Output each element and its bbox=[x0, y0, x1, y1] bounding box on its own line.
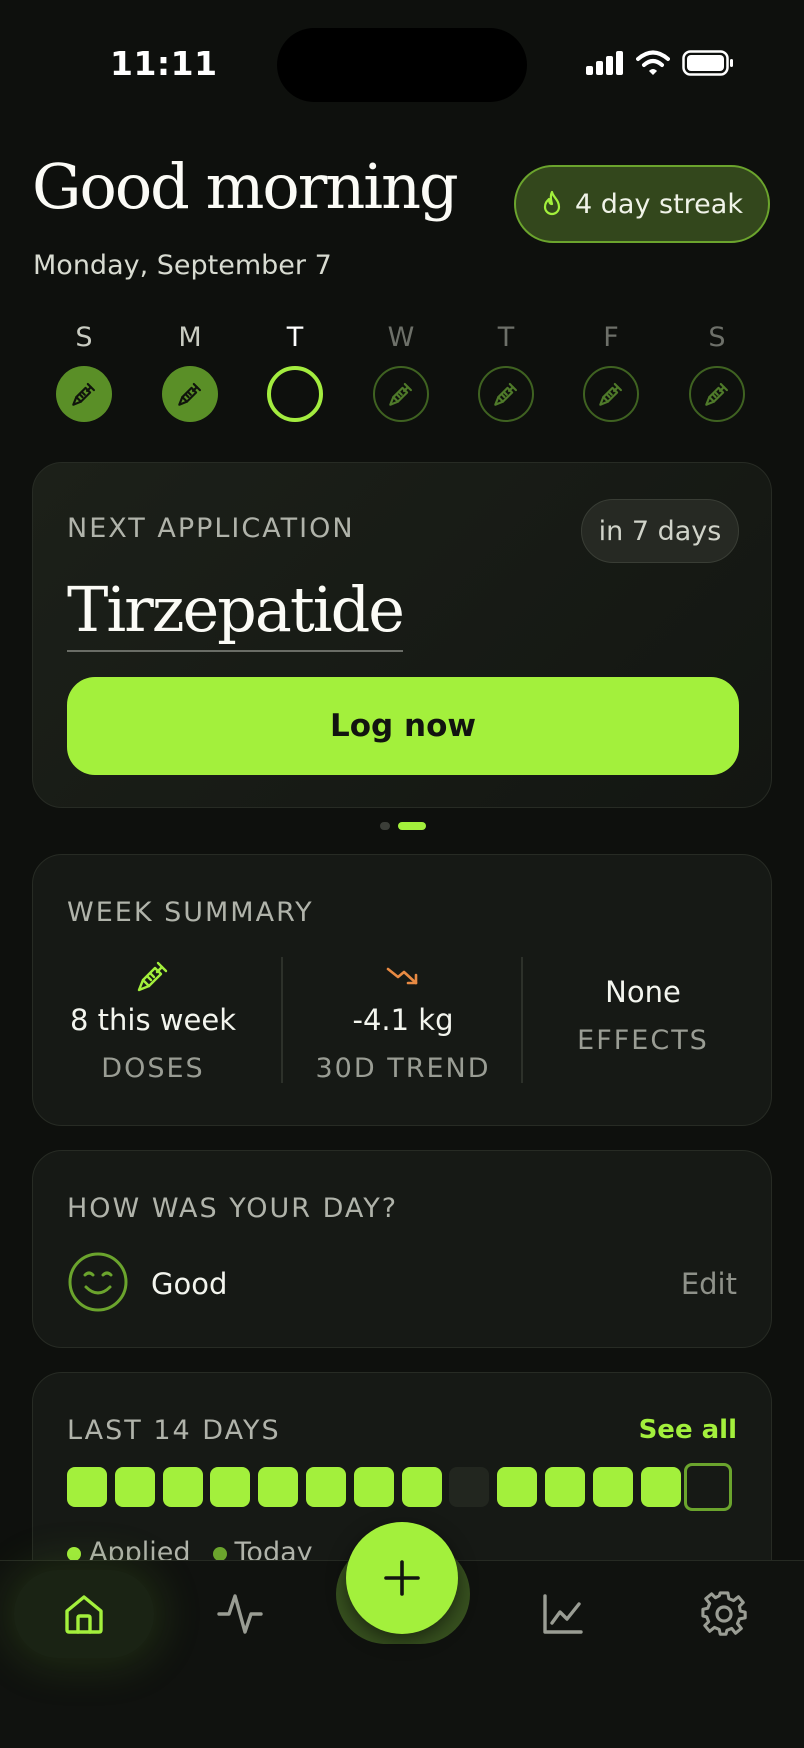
day-square-today[interactable] bbox=[684, 1463, 733, 1511]
week-day-status[interactable] bbox=[689, 366, 745, 422]
day-square-missed[interactable] bbox=[449, 1467, 490, 1507]
add-button[interactable] bbox=[346, 1522, 458, 1634]
mood-label: HOW WAS YOUR DAY? bbox=[67, 1193, 399, 1224]
tab-activity[interactable] bbox=[170, 1570, 310, 1658]
week-day-status[interactable] bbox=[478, 366, 534, 422]
week-day-6[interactable]: S bbox=[677, 322, 757, 422]
day-square-applied[interactable] bbox=[497, 1467, 538, 1507]
week-day-0[interactable]: S bbox=[44, 322, 124, 422]
current-date: Monday, September 7 bbox=[33, 250, 332, 281]
day-square-applied[interactable] bbox=[210, 1467, 251, 1507]
day-squares bbox=[67, 1463, 743, 1515]
tab-progress[interactable] bbox=[493, 1570, 633, 1658]
status-bar: 11:11 bbox=[0, 0, 804, 130]
week-day-letter: T bbox=[497, 322, 515, 353]
stat-doses-caption: DOSES bbox=[101, 1053, 205, 1084]
dynamic-island bbox=[277, 28, 527, 102]
day-square-applied[interactable] bbox=[592, 1467, 633, 1507]
syringe-icon bbox=[178, 382, 202, 406]
mood-card[interactable]: HOW WAS YOUR DAY? Good Edit bbox=[32, 1150, 772, 1348]
stat-effects-value: None bbox=[605, 975, 681, 1009]
week-day-2[interactable]: T bbox=[255, 322, 335, 422]
week-day-letter: S bbox=[75, 322, 93, 353]
stat-doses: 8 this week DOSES bbox=[33, 955, 273, 1084]
stat-effects-caption: EFFECTS bbox=[577, 1025, 709, 1056]
week-day-status[interactable] bbox=[162, 366, 218, 422]
activity-icon bbox=[217, 1594, 263, 1634]
week-day-letter: S bbox=[708, 322, 726, 353]
syringe-icon bbox=[72, 382, 96, 406]
syringe-icon bbox=[599, 382, 623, 406]
next-application-when: in 7 days bbox=[581, 499, 739, 563]
log-now-button[interactable]: Log now bbox=[67, 677, 739, 775]
week-day-letter: W bbox=[387, 322, 415, 353]
day-square-applied[interactable] bbox=[258, 1467, 299, 1507]
page-indicator[interactable] bbox=[380, 822, 426, 830]
week-summary-label: WEEK SUMMARY bbox=[67, 897, 314, 928]
page-dot[interactable] bbox=[380, 822, 390, 830]
battery-icon bbox=[682, 50, 733, 76]
status-icons bbox=[586, 50, 734, 76]
day-square-applied[interactable] bbox=[353, 1467, 394, 1507]
syringe-icon bbox=[137, 961, 168, 992]
week-day-4[interactable]: T bbox=[466, 322, 546, 422]
medication-name[interactable]: Tirzepatide bbox=[67, 573, 405, 652]
tab-settings[interactable] bbox=[654, 1570, 794, 1658]
next-application-label: NEXT APPLICATION bbox=[67, 513, 355, 544]
syringe-icon bbox=[494, 382, 518, 406]
mood-value: Good bbox=[151, 1267, 228, 1301]
day-square-applied[interactable] bbox=[545, 1467, 585, 1507]
week-strip: SMTWTFS bbox=[30, 322, 774, 442]
flame-icon bbox=[543, 190, 561, 216]
stat-doses-value: 8 this week bbox=[70, 1003, 236, 1037]
gear-icon bbox=[701, 1591, 747, 1636]
week-day-letter: T bbox=[286, 322, 304, 353]
chart-icon bbox=[543, 1594, 583, 1634]
next-application-card[interactable]: NEXT APPLICATION in 7 days Tirzepatide L… bbox=[32, 462, 772, 808]
week-day-1[interactable]: M bbox=[150, 322, 230, 422]
week-day-5[interactable]: F bbox=[571, 322, 651, 422]
week-day-letter: M bbox=[178, 322, 202, 353]
signal-icon bbox=[586, 51, 623, 75]
smiley-face-icon bbox=[68, 1252, 128, 1312]
mood-edit-button[interactable]: Edit bbox=[681, 1267, 737, 1301]
streak-badge[interactable]: 4 day streak bbox=[514, 165, 770, 243]
day-square-applied[interactable] bbox=[162, 1467, 203, 1507]
syringe-icon bbox=[389, 382, 413, 406]
stat-trend-caption: 30D TREND bbox=[315, 1053, 491, 1084]
week-summary-card: WEEK SUMMARY 8 this week DOSES -4.1 kg 3… bbox=[32, 854, 772, 1126]
day-square-applied[interactable] bbox=[640, 1467, 681, 1507]
last-days-label: LAST 14 DAYS bbox=[67, 1415, 281, 1446]
week-day-status[interactable] bbox=[56, 366, 112, 422]
tab-home[interactable] bbox=[14, 1570, 154, 1658]
day-square-applied[interactable] bbox=[306, 1467, 346, 1507]
see-all-link[interactable]: See all bbox=[639, 1415, 737, 1445]
week-day-letter: F bbox=[603, 322, 619, 353]
home-icon bbox=[65, 1595, 103, 1634]
stat-effects: None EFFECTS bbox=[523, 927, 763, 1056]
streak-label: 4 day streak bbox=[575, 188, 743, 220]
week-day-3[interactable]: W bbox=[361, 322, 441, 422]
week-day-status[interactable] bbox=[583, 366, 639, 422]
day-square-applied[interactable] bbox=[114, 1467, 155, 1507]
page-dot-active[interactable] bbox=[398, 822, 426, 830]
greeting-title: Good morning bbox=[32, 150, 459, 223]
day-square-applied[interactable] bbox=[401, 1467, 442, 1507]
plus-icon bbox=[384, 1560, 420, 1596]
stat-trend-value: -4.1 kg bbox=[352, 1003, 454, 1037]
status-time: 11:11 bbox=[110, 44, 218, 83]
trend-down-icon bbox=[386, 967, 418, 985]
week-day-status[interactable] bbox=[267, 366, 323, 422]
day-square-applied[interactable] bbox=[67, 1467, 107, 1507]
wifi-icon bbox=[636, 50, 670, 75]
week-day-status[interactable] bbox=[373, 366, 429, 422]
stat-trend: -4.1 kg 30D TREND bbox=[283, 955, 523, 1084]
syringe-icon bbox=[705, 382, 729, 406]
